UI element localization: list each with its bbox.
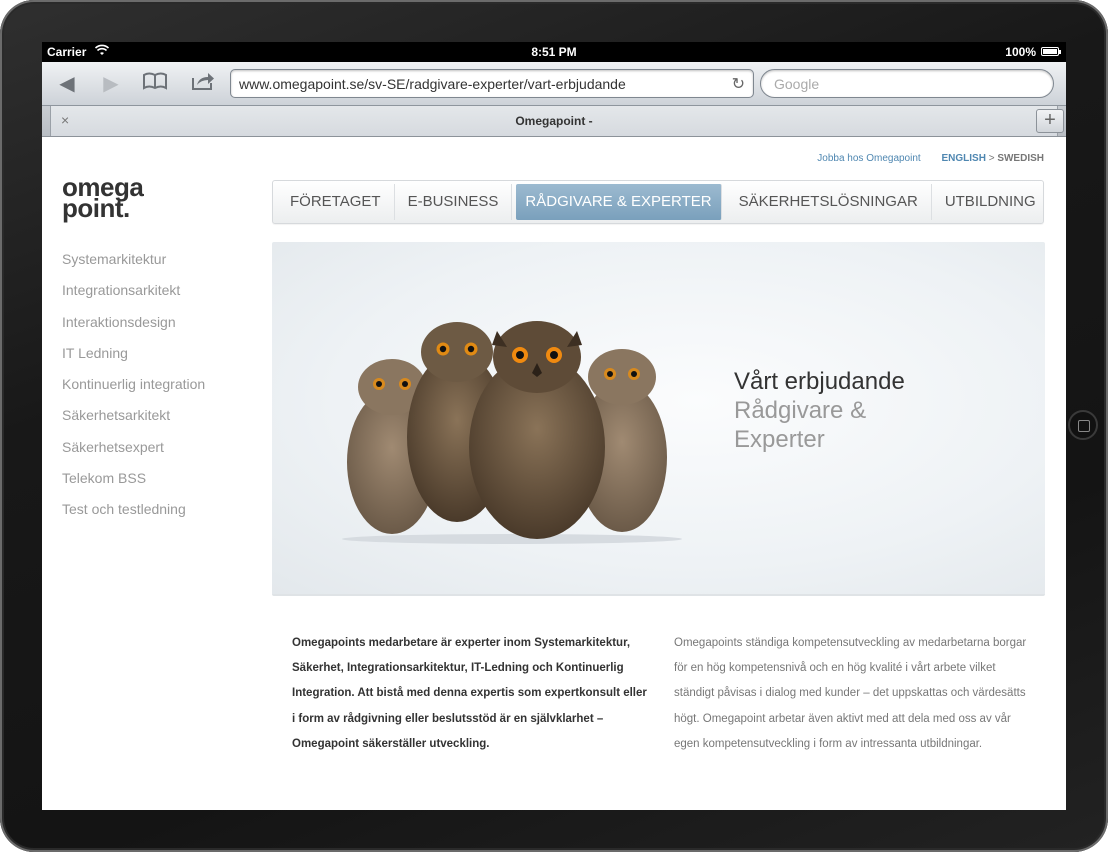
screen: Carrier 8:51 PM 100% ◀ ▶ www.omegapoint.… — [42, 42, 1066, 810]
nav-sakerhetslosningar[interactable]: SÄKERHETSLÖSNINGAR — [726, 184, 932, 220]
share-icon[interactable] — [190, 71, 216, 97]
search-field[interactable]: Google — [760, 69, 1054, 98]
tab-bar: × Omegapoint - + — [42, 106, 1066, 137]
web-content: Jobba hos Omegapoint ENGLISH > SWEDISH o… — [42, 137, 1066, 810]
nav-foretaget[interactable]: FÖRETAGET — [277, 184, 395, 220]
hero-subtitle-line-1: Rådgivare & — [734, 397, 867, 424]
reload-icon[interactable]: ↻ — [732, 74, 745, 94]
sidebar-menu: Systemarkitektur Integrationsarkitekt In… — [62, 250, 205, 532]
nav-radgivare-experter[interactable]: RÅDGIVARE & EXPERTER — [516, 184, 722, 220]
nav-utbildning[interactable]: UTBILDNING — [932, 184, 1049, 220]
tab-active[interactable]: × Omegapoint - — [50, 106, 1058, 136]
url-text: www.omegapoint.se/sv-SE/radgivare-expert… — [239, 76, 626, 92]
nav-e-business[interactable]: E-BUSINESS — [395, 184, 513, 220]
owls-illustration — [342, 321, 682, 544]
intro-text-right: Omegapoints ständiga kompetensutveckling… — [674, 637, 1027, 750]
sidebar-item-integrationsarkitekt[interactable]: Integrationsarkitekt — [62, 281, 205, 312]
jobba-link[interactable]: Jobba hos Omegapoint — [817, 153, 920, 164]
main-navigation: FÖRETAGET E-BUSINESS RÅDGIVARE & EXPERTE… — [272, 180, 1044, 224]
sidebar-item-it-ledning[interactable]: IT Ledning — [62, 344, 205, 375]
sidebar-item-interaktionsdesign[interactable]: Interaktionsdesign — [62, 313, 205, 344]
hero-subtitle-line-2: Experter — [734, 426, 825, 453]
sidebar-item-sakerhetsexpert[interactable]: Säkerhetsexpert — [62, 438, 205, 469]
ipad-frame: Carrier 8:51 PM 100% ◀ ▶ www.omegapoint.… — [0, 0, 1108, 852]
hero-heading: Vårt erbjudande Rådgivare & Experter — [734, 367, 905, 454]
tab-title: Omegapoint - — [515, 114, 593, 128]
english-link[interactable]: ENGLISH — [941, 153, 985, 164]
sidebar-item-systemarkitektur[interactable]: Systemarkitektur — [62, 250, 205, 281]
top-links: Jobba hos Omegapoint ENGLISH > SWEDISH — [817, 153, 1044, 164]
site-logo[interactable]: omega point. — [62, 174, 144, 221]
sidebar-item-sakerhetsarkitekt[interactable]: Säkerhetsarkitekt — [62, 406, 205, 437]
battery-icon — [1041, 47, 1061, 56]
home-button[interactable] — [1068, 410, 1098, 440]
new-tab-button[interactable]: + — [1036, 109, 1064, 133]
swedish-link[interactable]: SWEDISH — [997, 153, 1044, 164]
hero-banner: Vårt erbjudande Rådgivare & Experter — [272, 242, 1045, 596]
hero-title: Vårt erbjudande — [734, 368, 905, 395]
bookmarks-icon[interactable] — [142, 71, 168, 97]
language-separator: > — [985, 153, 998, 164]
status-bar: Carrier 8:51 PM 100% — [42, 42, 1066, 62]
sidebar-item-telekom-bss[interactable]: Telekom BSS — [62, 469, 205, 500]
battery-percentage: 100% — [1005, 45, 1036, 59]
browser-toolbar: ◀ ▶ www.omegapoint.se/sv-SE/radgivare-ex… — [42, 62, 1066, 106]
sidebar-item-test-och-testledning[interactable]: Test och testledning — [62, 500, 205, 531]
forward-icon[interactable]: ▶ — [98, 71, 124, 97]
clock: 8:51 PM — [531, 45, 577, 59]
back-icon[interactable]: ◀ — [54, 71, 80, 97]
address-bar[interactable]: www.omegapoint.se/sv-SE/radgivare-expert… — [230, 69, 754, 98]
sidebar-item-kontinuerlig-integration[interactable]: Kontinuerlig integration — [62, 375, 205, 406]
intro-text-left: Omegapoints medarbetare är experter inom… — [292, 637, 647, 750]
